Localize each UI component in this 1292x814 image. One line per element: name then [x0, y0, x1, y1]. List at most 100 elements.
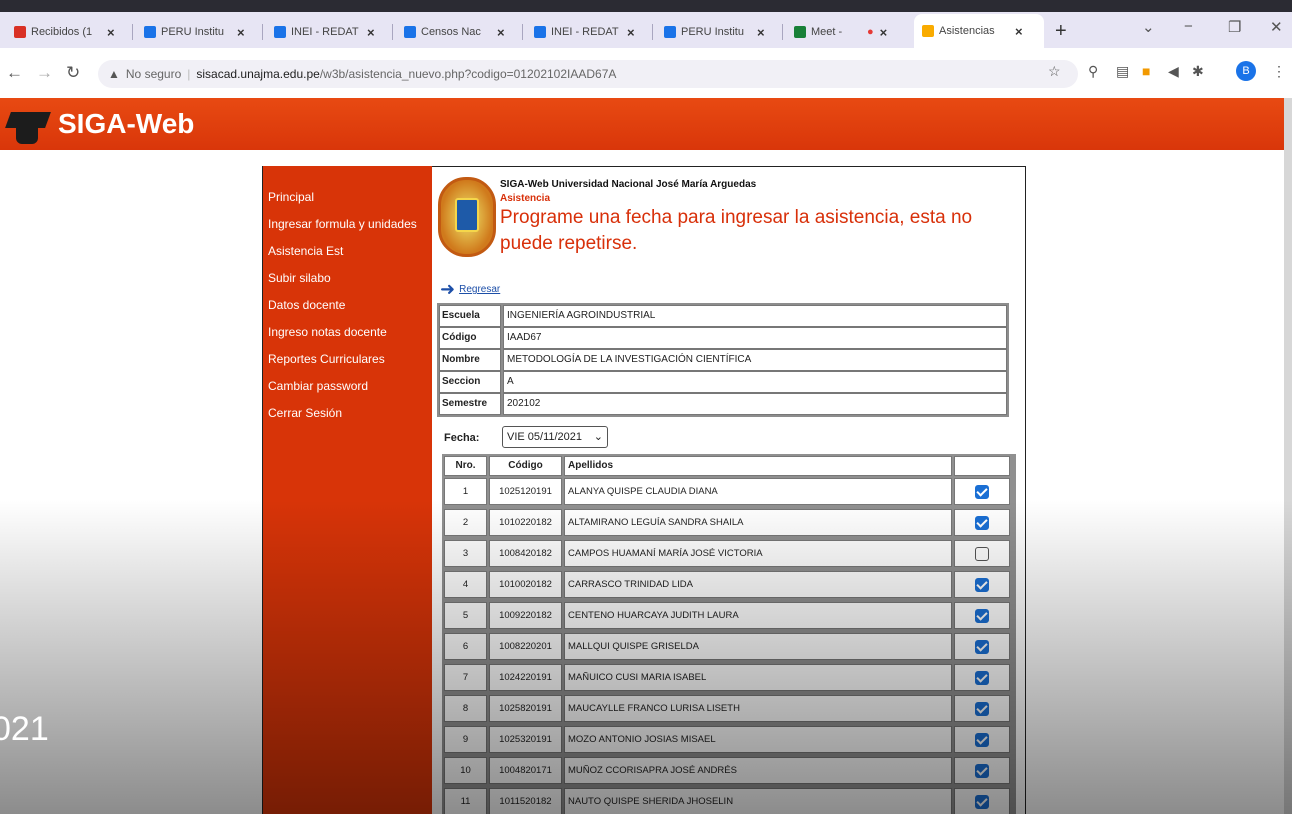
back-link[interactable]: ➜ Regresar	[440, 279, 500, 300]
reload-icon[interactable]: ↻	[66, 63, 80, 83]
attendance-checkbox[interactable]	[975, 763, 989, 778]
star-icon[interactable]: ☆	[1048, 63, 1061, 80]
row-nro: 9	[444, 726, 487, 753]
chart-icon	[404, 26, 416, 38]
tab-label: Recibidos (1	[31, 26, 93, 38]
row-check-cell	[954, 540, 1010, 567]
extension-icon[interactable]: ⚲	[1088, 63, 1098, 80]
minimize-icon[interactable]: −	[1184, 18, 1193, 35]
tab-search-icon[interactable]: ⌄	[1142, 18, 1155, 36]
row-nro: 6	[444, 633, 487, 660]
menu-item-ingresar-formula[interactable]: Ingresar formula y unidades	[263, 211, 432, 238]
close-icon[interactable]: ×	[107, 25, 115, 40]
course-info-table: Escuela INGENIERÍA AGROINDUSTRIAL Código I…	[437, 303, 1009, 417]
row-apellidos: CENTENO HUARCAYA JUDITH LAURA	[564, 602, 952, 629]
menu-item-ingreso-notas[interactable]: Ingreso notas docente	[263, 319, 432, 346]
table-row: 8 1025820191 MAUCAYLLE FRANCO LURISA LISET…	[444, 693, 1014, 724]
gmail-icon	[14, 26, 26, 38]
tab-5[interactable]: PERU Institu ×	[656, 18, 773, 46]
menu-item-asistencia[interactable]: Asistencia Est	[263, 238, 432, 265]
restore-icon[interactable]: ❐	[1228, 18, 1241, 36]
attendance-checkbox[interactable]	[975, 546, 989, 561]
attendance-table: Nro. Código Apellidos 1 1025120191 ALANYA …	[442, 454, 1016, 814]
chart-icon	[144, 26, 156, 38]
tab-3[interactable]: Censos Nac ×	[396, 18, 513, 46]
row-nro: 5	[444, 602, 487, 629]
seccion-label: Seccion	[439, 371, 501, 393]
row-nro: 1	[444, 478, 487, 505]
attendance-checkbox[interactable]	[975, 515, 989, 530]
menu-item-datos-docente[interactable]: Datos docente	[263, 292, 432, 319]
close-icon[interactable]: ×	[627, 25, 635, 40]
menu-item-cerrar-sesion[interactable]: Cerrar Sesión	[263, 400, 432, 427]
row-nro: 2	[444, 509, 487, 536]
attendance-checkbox[interactable]	[975, 608, 989, 623]
back-icon[interactable]: ←	[6, 63, 23, 83]
attendance-checkbox[interactable]	[975, 639, 989, 654]
tab-7-active[interactable]: Asistencias ×	[914, 14, 1044, 48]
attendance-checkbox[interactable]	[975, 484, 989, 499]
row-codigo: 1004820171	[489, 757, 562, 784]
attendance-checkbox[interactable]	[975, 701, 989, 716]
close-icon[interactable]: ×	[757, 25, 765, 40]
close-icon[interactable]: ×	[367, 25, 375, 40]
row-check-cell	[954, 571, 1010, 598]
tab-0[interactable]: Recibidos (1 ×	[6, 18, 123, 46]
menu-item-reportes[interactable]: Reportes Curriculares	[263, 346, 432, 373]
close-window-icon[interactable]: ✕	[1270, 18, 1283, 36]
header-check	[954, 456, 1010, 476]
table-row: 10 1004820171 MUÑOZ CCORISAPRA JOSÉ ANDRÉS	[444, 755, 1014, 786]
url-bar[interactable]: ▲ No seguro | sisacad.unajma.edu.pe /w3b…	[98, 60, 1078, 88]
row-check-cell	[954, 726, 1010, 753]
close-icon[interactable]: ×	[237, 25, 245, 40]
table-row: 9 1025320191 MOZO ANTONIO JOSIAS MISAEL	[444, 724, 1014, 755]
tab-6[interactable]: Meet - ● ×	[786, 18, 895, 46]
row-nro: 3	[444, 540, 487, 567]
institution-name: SIGA-Web Universidad Nacional José María…	[500, 179, 757, 190]
close-icon[interactable]: ×	[1015, 24, 1023, 39]
regresar-link[interactable]: Regresar	[459, 284, 500, 295]
attendance-checkbox[interactable]	[975, 732, 989, 747]
fecha-select[interactable]: VIE 05/11/2021 ⌄	[502, 426, 608, 448]
row-apellidos: CARRASCO TRINIDAD LIDA	[564, 571, 952, 598]
security-status: No seguro	[125, 67, 182, 81]
header-nro: Nro.	[444, 456, 487, 476]
close-icon[interactable]: ×	[497, 25, 505, 40]
speaker-icon[interactable]: ◀	[1168, 63, 1179, 80]
semestre-value: 202102	[503, 393, 1007, 415]
attendance-checkbox[interactable]	[975, 794, 989, 809]
menu-item-cambiar-password[interactable]: Cambiar password	[263, 373, 432, 400]
table-row: 1 1025120191 ALANYA QUISPE CLAUDIA DIANA	[444, 476, 1014, 507]
profile-avatar[interactable]: B	[1236, 61, 1256, 81]
extension-icon[interactable]: ■	[1142, 63, 1150, 79]
row-check-cell	[954, 664, 1010, 691]
university-crest-logo	[438, 177, 496, 257]
row-apellidos: NAUTO QUISPE SHERIDA JHOSELIN	[564, 788, 952, 814]
recording-icon: ●	[867, 26, 874, 38]
forward-icon[interactable]: →	[36, 63, 53, 83]
row-codigo: 1010220182	[489, 509, 562, 536]
table-row: 2 1010220182 ALTAMIRANO LEGUÍA SANDRA SHAI…	[444, 507, 1014, 538]
row-apellidos: MAÑUICO CUSI MARIA ISABEL	[564, 664, 952, 691]
table-header: Nro. Código Apellidos	[444, 456, 1014, 476]
tab-2[interactable]: INEI - REDAT ×	[266, 18, 383, 46]
new-tab-icon[interactable]: +	[1055, 20, 1067, 43]
row-apellidos: MALLQUI QUISPE GRISELDA	[564, 633, 952, 660]
attendance-checkbox[interactable]	[975, 670, 989, 685]
main-content: SIGA-Web Universidad Nacional José María…	[432, 166, 1026, 814]
url-host: sisacad.unajma.edu.pe	[196, 67, 320, 81]
page-scrollbar[interactable]	[1284, 98, 1292, 814]
back-arrow-icon[interactable]: ➜	[440, 279, 455, 300]
menu-item-principal[interactable]: Principal	[263, 184, 432, 211]
tab-4[interactable]: INEI - REDAT ×	[526, 18, 643, 46]
menu-item-subir-silabo[interactable]: Subir silabo	[263, 265, 432, 292]
codigo-value: IAAD67	[503, 327, 1007, 349]
close-icon[interactable]: ×	[880, 25, 888, 40]
tab-1[interactable]: PERU Institu ×	[136, 18, 253, 46]
attendance-checkbox[interactable]	[975, 577, 989, 592]
puzzle-icon[interactable]: ✱	[1192, 63, 1204, 80]
row-apellidos: ALANYA QUISPE CLAUDIA DIANA	[564, 478, 952, 505]
menu-dots-icon[interactable]: ⋮	[1272, 63, 1286, 80]
table-row: 4 1010020182 CARRASCO TRINIDAD LIDA	[444, 569, 1014, 600]
extension-icon[interactable]: ▤	[1116, 63, 1129, 80]
